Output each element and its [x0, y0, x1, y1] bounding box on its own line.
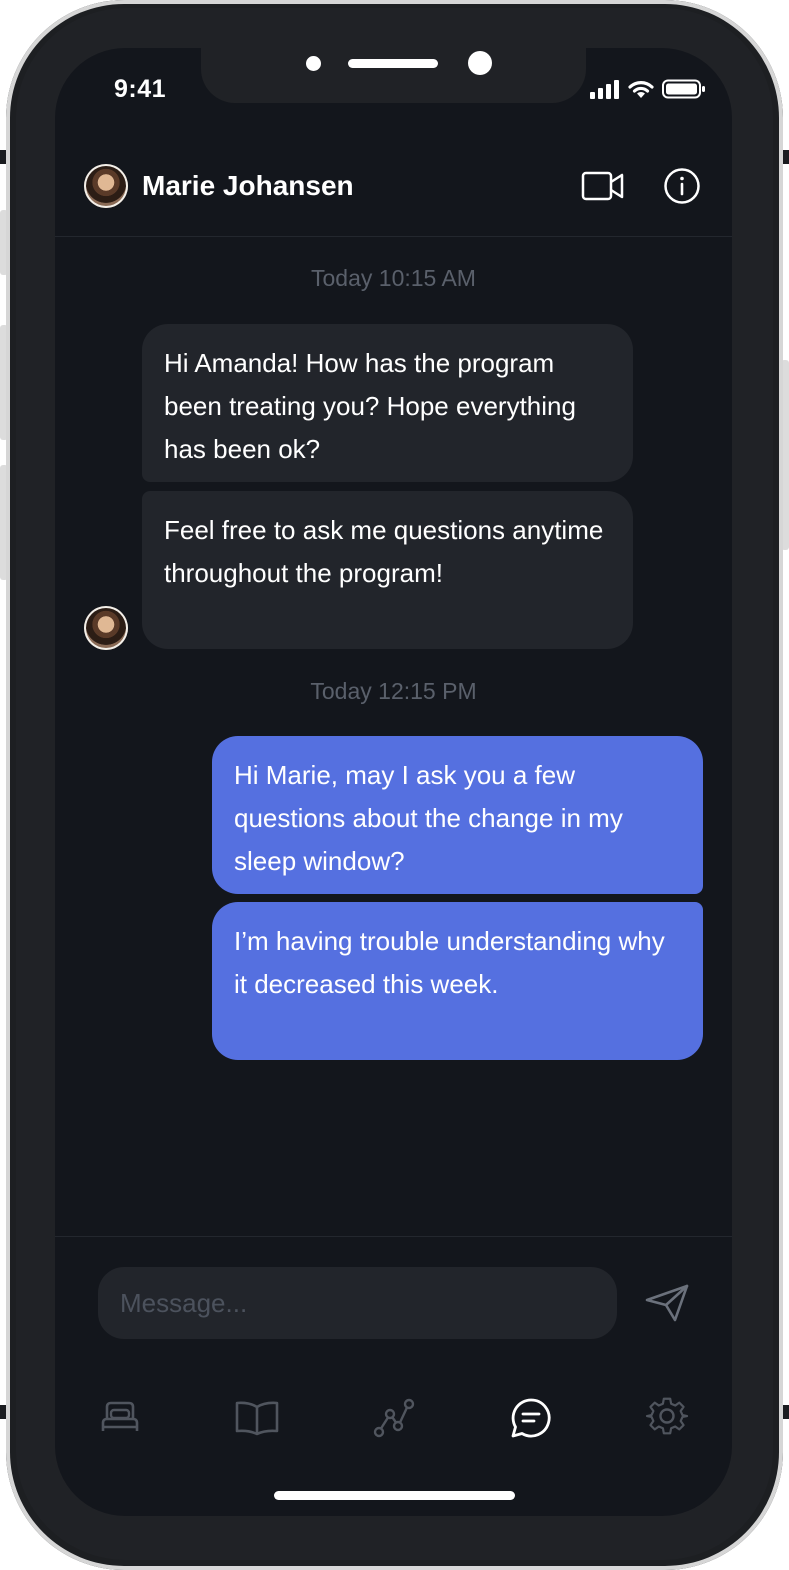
status-time: 9:41 [114, 75, 167, 103]
tab-bar [55, 1388, 732, 1448]
info-icon [664, 168, 700, 204]
message-input[interactable] [98, 1267, 617, 1339]
proximity-sensor [306, 56, 321, 71]
contact-name[interactable]: Marie Johansen [142, 170, 354, 202]
outgoing-message[interactable]: I’m having trouble understanding why it … [212, 902, 703, 1060]
front-camera [468, 51, 492, 75]
earpiece-speaker [348, 59, 438, 68]
battery-icon [662, 79, 705, 99]
tab-settings[interactable] [637, 1388, 697, 1448]
video-call-button[interactable] [581, 166, 625, 206]
paper-plane-icon [645, 1284, 689, 1322]
outgoing-message[interactable]: Hi Marie, may I ask you a few questions … [212, 736, 703, 894]
message-composer [55, 1236, 732, 1357]
status-icons [590, 79, 706, 99]
incoming-message[interactable]: Feel free to ask me questions anytime th… [142, 491, 633, 649]
gear-icon [645, 1397, 689, 1435]
bed-icon [101, 1401, 139, 1431]
avatar[interactable] [84, 164, 128, 208]
phone-screen: 9:41 Marie Johansen Today 10:15 AM Hi Am… [55, 48, 732, 1516]
graph-icon [373, 1398, 415, 1438]
tab-chat[interactable] [501, 1388, 561, 1448]
video-camera-icon [581, 171, 624, 201]
home-indicator[interactable] [274, 1491, 515, 1500]
info-button[interactable] [660, 166, 704, 206]
tab-sleep[interactable] [90, 1388, 150, 1448]
send-button[interactable] [643, 1279, 691, 1327]
timestamp: Today 12:15 PM [310, 678, 477, 704]
chat-header: Marie Johansen [55, 146, 732, 237]
avatar[interactable] [84, 606, 128, 650]
tab-progress[interactable] [364, 1388, 424, 1448]
incoming-message[interactable]: Hi Amanda! How has the program been trea… [142, 324, 633, 482]
wifi-icon [628, 81, 654, 98]
tab-learn[interactable] [227, 1388, 287, 1448]
notch [201, 48, 586, 103]
chat-icon [511, 1398, 551, 1438]
signal-icon [590, 80, 619, 99]
timestamp: Today 10:15 AM [311, 265, 476, 291]
book-icon [235, 1401, 279, 1436]
